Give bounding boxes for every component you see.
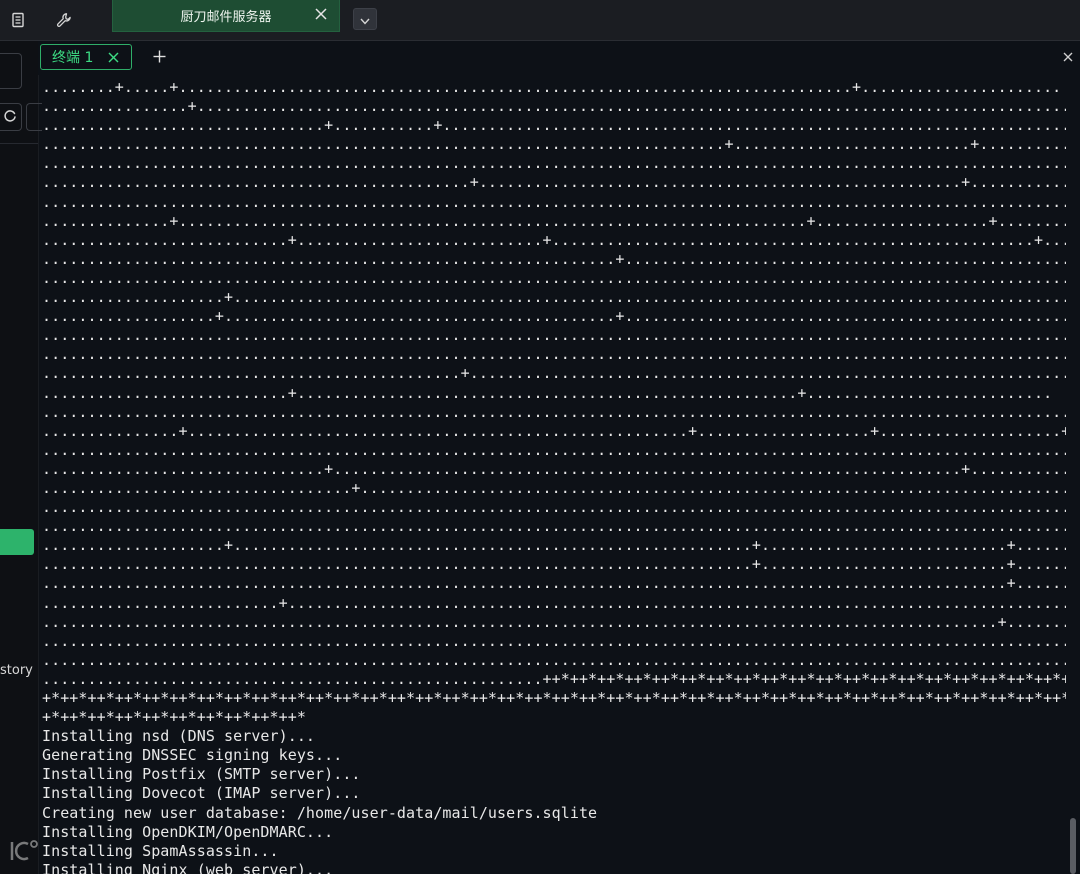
sidebar-action-button[interactable] [26,103,42,131]
divider [0,143,38,144]
wrench-icon [56,12,72,28]
top-bar: 厨刀邮件服务器 [0,0,1080,41]
close-icon [1063,47,1073,66]
terminal-output[interactable]: ........+.....+.........................… [42,78,1066,874]
add-terminal-button[interactable] [148,45,170,69]
close-icon[interactable] [105,49,121,65]
refresh-icon [3,108,17,127]
sidebar-item-selected[interactable] [0,529,34,555]
chevron-down-icon [360,10,370,29]
terminal-scrollbar[interactable] [1070,818,1076,874]
tab-label: 厨刀邮件服务器 [180,10,272,25]
close-icon[interactable] [313,6,329,22]
tabs-dropdown-button[interactable] [353,8,377,30]
tab-terminal-1[interactable]: 终端 1 [40,44,132,70]
tab-mail-server[interactable]: 厨刀邮件服务器 [112,0,340,32]
close-panel-button[interactable] [1060,48,1076,64]
history-label[interactable]: story [0,663,38,678]
plus-icon [153,48,166,67]
list-button[interactable] [2,6,34,34]
refresh-button[interactable] [0,103,22,131]
terminal-text: ........+.....+.........................… [42,78,1066,874]
terminal-tab-bar: 终端 1 [38,41,1080,75]
list-icon [10,12,26,28]
terminal-tab-label: 终端 1 [52,50,94,66]
sidebar-search-input[interactable] [0,53,22,89]
sidebar: story [0,41,42,874]
tools-button[interactable] [48,6,80,34]
